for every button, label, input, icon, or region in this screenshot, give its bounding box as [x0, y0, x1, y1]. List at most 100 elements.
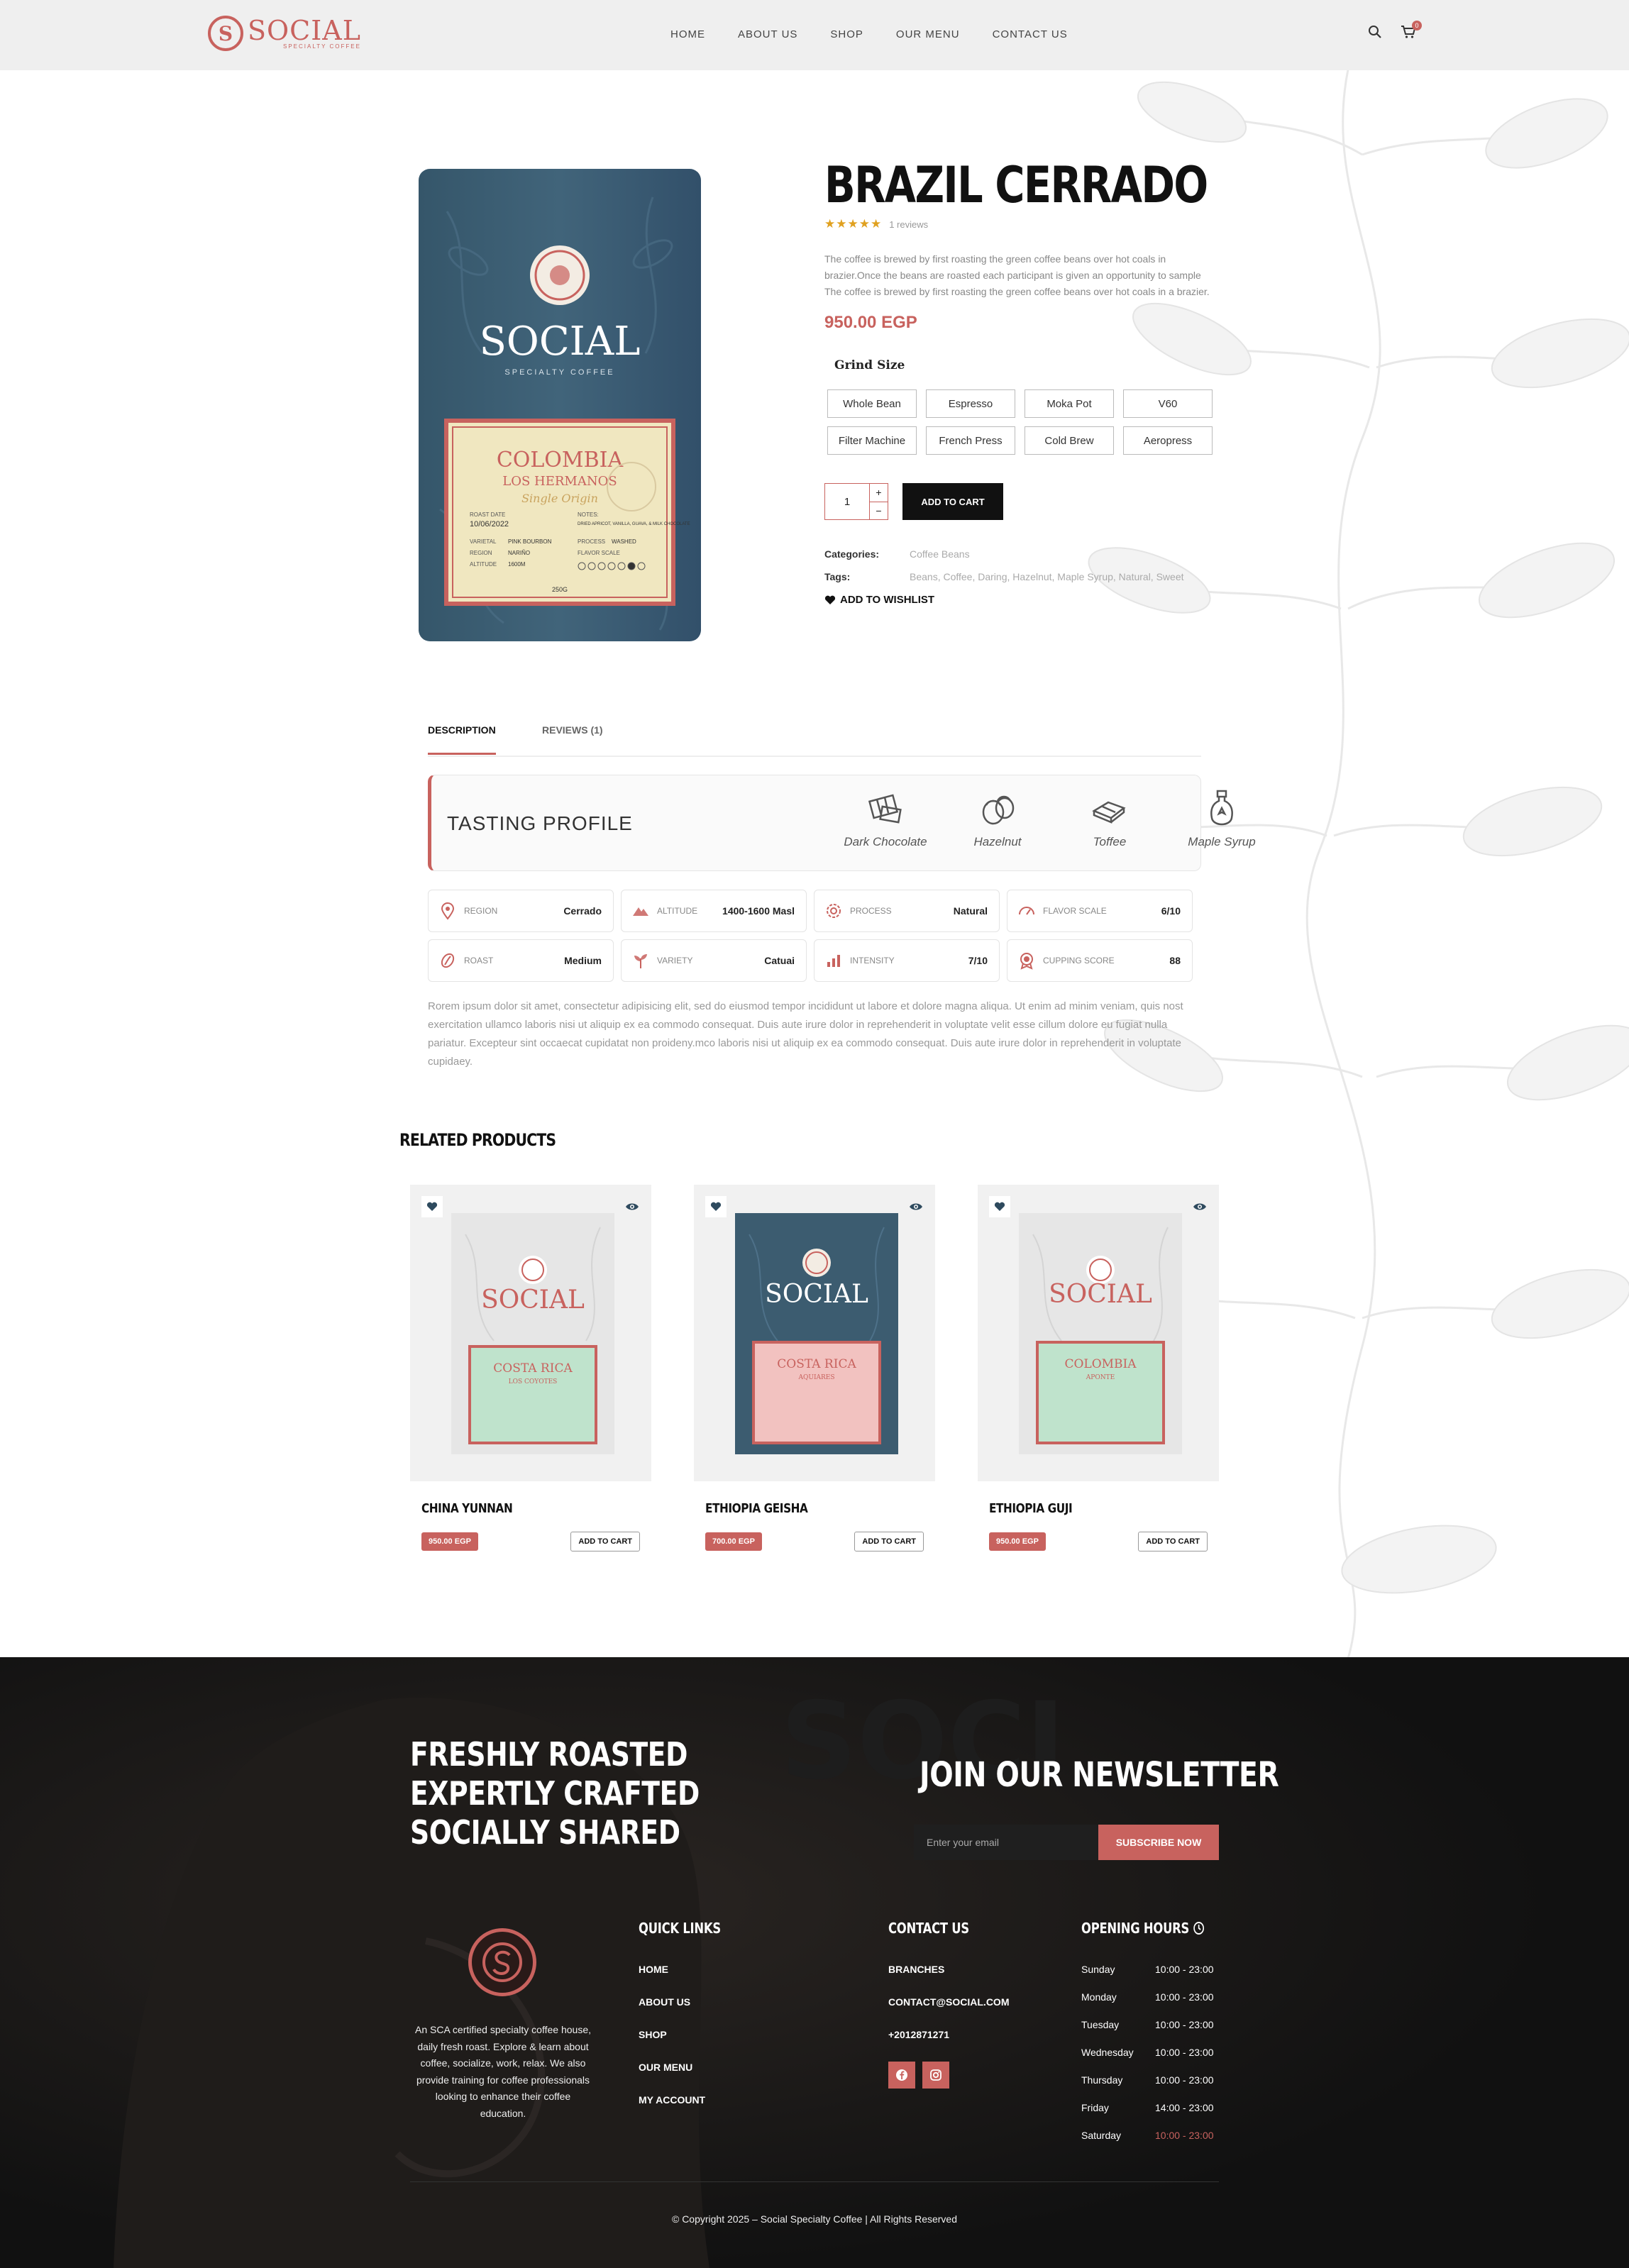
- bag-label-sub: LOS HERMANOS: [502, 474, 617, 489]
- heart-icon: [824, 595, 836, 604]
- footer-link-my-account[interactable]: MY ACCOUNT: [639, 2094, 705, 2106]
- svg-text:250G: 250G: [552, 586, 568, 593]
- attribute-process: PROCESS Natural: [814, 890, 1000, 932]
- svg-text:COLOMBIA: COLOMBIA: [1064, 1357, 1137, 1371]
- svg-text:SOCIAL: SOCIAL: [765, 1280, 868, 1309]
- nav-contact-us[interactable]: CONTACT US: [993, 28, 1068, 40]
- grind-option-filter-machine[interactable]: Filter Machine: [827, 426, 917, 455]
- footer-background-photo: SOCI: [0, 1657, 1629, 2268]
- product-image[interactable]: SOCIAL SPECIALTY COFFEE COLOMBIA LOS HER…: [419, 169, 701, 641]
- cart-icon[interactable]: 0: [1401, 21, 1422, 43]
- quick-view-eye-icon[interactable]: [622, 1196, 643, 1217]
- product-card[interactable]: SOCIAL COLOMBIA APONTE ETHIOPIA GUJI 950…: [978, 1185, 1219, 1551]
- review-count-link[interactable]: 1 reviews: [889, 219, 928, 230]
- quick-view-eye-icon[interactable]: [905, 1196, 927, 1217]
- grind-size-label: Grind Size: [834, 358, 905, 372]
- wishlist-heart-icon[interactable]: [421, 1196, 443, 1217]
- svg-text:LOS COYOTES: LOS COYOTES: [509, 1378, 558, 1385]
- svg-text:DRIED APRICOT, VANILLA, GUAVA,: DRIED APRICOT, VANILLA, GUAVA, & MILK CH…: [578, 522, 690, 526]
- nav-our-menu[interactable]: OUR MENU: [896, 28, 960, 40]
- product-card-name[interactable]: ETHIOPIA GEISHA: [705, 1501, 900, 1516]
- svg-text:APONTE: APONTE: [1086, 1374, 1115, 1381]
- contact-phone-link[interactable]: +2012871271: [888, 2029, 1010, 2040]
- grind-option-aeropress[interactable]: Aeropress: [1123, 426, 1213, 455]
- grind-option-cold-brew[interactable]: Cold Brew: [1025, 426, 1114, 455]
- badge-icon: [1020, 953, 1033, 970]
- add-to-cart-button[interactable]: ADD TO CART: [902, 483, 1003, 520]
- site-logo[interactable]: S SOCIAL SPECIALTY COFFEE: [208, 16, 361, 51]
- attribute-cupping-score: CUPPING SCORE 88: [1007, 939, 1193, 982]
- footer-link-home[interactable]: HOME: [639, 1964, 705, 1975]
- product-card-image[interactable]: SOCIAL COSTA RICA LOS COYOTES: [410, 1185, 651, 1481]
- svg-text:PINK BOURBON: PINK BOURBON: [508, 538, 552, 545]
- grind-option-whole-bean[interactable]: Whole Bean: [827, 389, 917, 418]
- footer-link-about-us[interactable]: ABOUT US: [639, 1996, 705, 2008]
- nav-home[interactable]: HOME: [670, 28, 705, 40]
- product-card-add-to-cart-button[interactable]: ADD TO CART: [570, 1532, 640, 1551]
- wishlist-label: ADD TO WISHLIST: [840, 594, 935, 606]
- product-card-add-to-cart-button[interactable]: ADD TO CART: [1138, 1532, 1208, 1551]
- related-bag-image: SOCIAL COSTA RICA LOS COYOTES: [451, 1213, 614, 1454]
- contact-title: CONTACT US: [888, 1920, 969, 1937]
- hazelnut-icon: [982, 795, 1015, 825]
- svg-text:SOCIAL: SOCIAL: [1049, 1280, 1152, 1309]
- product-card-add-to-cart-button[interactable]: ADD TO CART: [854, 1532, 924, 1551]
- grind-option-espresso[interactable]: Espresso: [926, 389, 1015, 418]
- bag-label-script: Single Origin: [521, 492, 598, 505]
- site-header: S SOCIAL SPECIALTY COFFEE HOME ABOUT US …: [0, 0, 1629, 70]
- category-link[interactable]: Coffee Beans: [910, 548, 970, 560]
- coffee-attributes: REGION Cerrado ALTITUDE 1400-1600 Masl P…: [428, 890, 1193, 982]
- newsletter-form: SUBSCRIBE NOW: [914, 1825, 1219, 1860]
- rating-stars: ★★★★★: [824, 217, 883, 231]
- main-nav: HOME ABOUT US SHOP OUR MENU CONTACT US: [670, 28, 1068, 40]
- product-card-image[interactable]: SOCIAL COLOMBIA APONTE: [978, 1185, 1219, 1481]
- header-actions: 0: [1368, 21, 1422, 43]
- quick-links-title: QUICK LINKS: [639, 1920, 721, 1937]
- footer-link-shop[interactable]: SHOP: [639, 2029, 705, 2040]
- logo-mark-icon: S: [208, 16, 243, 51]
- product-info: BRAZIL CERRADO ★★★★★ 1 reviews The coffe…: [824, 156, 1222, 606]
- newsletter-email-input[interactable]: [914, 1825, 1098, 1860]
- social-links: [888, 2062, 949, 2089]
- nav-about-us[interactable]: ABOUT US: [738, 28, 797, 40]
- grind-option-moka-pot[interactable]: Moka Pot: [1025, 389, 1114, 418]
- hours-row: Monday 10:00 - 23:00: [1081, 1991, 1214, 2003]
- contact-branches-link[interactable]: BRANCHES: [888, 1964, 1010, 1975]
- add-to-wishlist-button[interactable]: ADD TO WISHLIST: [824, 594, 1222, 606]
- product-card[interactable]: SOCIAL COSTA RICA AQUIARES ETHIOPIA GEIS…: [694, 1185, 935, 1551]
- grind-option-french-press[interactable]: French Press: [926, 426, 1015, 455]
- qty-increase-button[interactable]: +: [869, 484, 888, 502]
- grind-option-v60[interactable]: V60: [1123, 389, 1213, 418]
- contact-email-link[interactable]: CONTACT@SOCIAL.COM: [888, 1996, 1010, 2008]
- footer-logo[interactable]: [468, 1928, 536, 1996]
- product-card[interactable]: SOCIAL COSTA RICA LOS COYOTES CHINA YUNN…: [410, 1185, 651, 1551]
- wishlist-heart-icon[interactable]: [989, 1196, 1010, 1217]
- footer-link-our-menu[interactable]: OUR MENU: [639, 2062, 705, 2073]
- hours-row: Sunday 10:00 - 23:00: [1081, 1964, 1214, 1975]
- tab-reviews[interactable]: REVIEWS (1): [542, 724, 603, 736]
- tasting-note: Maple Syrup: [1179, 787, 1264, 849]
- hours-row: Saturday 10:00 - 23:00: [1081, 2130, 1214, 2141]
- related-products-title: RELATED PRODUCTS: [399, 1130, 556, 1150]
- subscribe-button[interactable]: SUBSCRIBE NOW: [1098, 1825, 1219, 1860]
- tag-links[interactable]: Beans, Coffee, Daring, Hazelnut, Maple S…: [910, 571, 1184, 582]
- svg-text:SOCIAL: SOCIAL: [481, 1285, 585, 1315]
- search-icon[interactable]: [1368, 25, 1382, 43]
- product-card-image[interactable]: SOCIAL COSTA RICA AQUIARES: [694, 1185, 935, 1481]
- product-tabs: DESCRIPTION REVIEWS (1): [428, 720, 1201, 757]
- mountain-icon: [633, 907, 648, 916]
- product-card-price: 950.00 EGP: [421, 1532, 478, 1551]
- svg-text:ALTITUDE: ALTITUDE: [470, 561, 497, 568]
- product-card-name[interactable]: CHINA YUNNAN: [421, 1501, 617, 1516]
- product-card-name[interactable]: ETHIOPIA GUJI: [989, 1501, 1184, 1516]
- tab-description[interactable]: DESCRIPTION: [428, 724, 496, 755]
- instagram-icon[interactable]: [922, 2062, 949, 2089]
- quick-view-eye-icon[interactable]: [1189, 1196, 1210, 1217]
- wishlist-heart-icon[interactable]: [705, 1196, 727, 1217]
- contact-links: BRANCHES CONTACT@SOCIAL.COM +2012871271: [888, 1964, 1010, 2040]
- nav-shop[interactable]: SHOP: [830, 28, 863, 40]
- plant-icon: [634, 954, 647, 968]
- facebook-icon[interactable]: [888, 2062, 915, 2089]
- qty-decrease-button[interactable]: −: [869, 502, 888, 519]
- quantity-input[interactable]: 1: [825, 496, 869, 508]
